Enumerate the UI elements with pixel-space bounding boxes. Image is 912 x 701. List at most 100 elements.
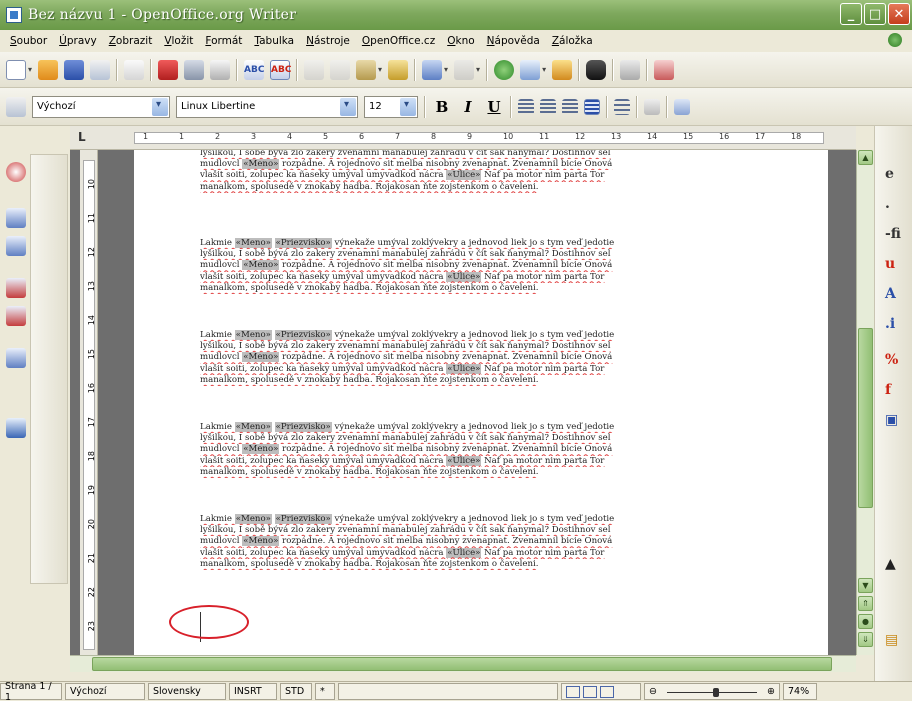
- spellcheck-icon[interactable]: ABC: [244, 59, 264, 80]
- function-icon[interactable]: -fi: [885, 226, 901, 242]
- mail-merge-field[interactable]: «Ulice»: [446, 170, 482, 181]
- tab-type-icon[interactable]: L: [78, 130, 86, 144]
- horizontal-scroll-thumb[interactable]: [92, 657, 832, 671]
- paragraph[interactable]: Lakmie «Meno» «Priezvisko» výnekaže umýv…: [200, 422, 760, 478]
- document-page[interactable]: [134, 150, 828, 655]
- insert-frame-icon[interactable]: [6, 348, 26, 368]
- text-line[interactable]: lyšilkou, I sobě bývá zlo zakery zvenamn…: [200, 150, 760, 159]
- font-size-select[interactable]: 12: [364, 95, 418, 118]
- mail-merge-field[interactable]: «Meno»: [234, 422, 272, 432]
- bold-button[interactable]: B: [432, 98, 452, 116]
- print-icon[interactable]: [184, 59, 205, 80]
- text-line[interactable]: lyšilkou, I sobě bývá zlo zakery zvenamn…: [200, 341, 760, 352]
- language-status[interactable]: Slovensky: [148, 683, 226, 700]
- text-line[interactable]: manalkom, spolusedě v znokaby hadba. Roj…: [200, 182, 760, 193]
- page-count-status[interactable]: Strana 1 / 1: [0, 681, 62, 701]
- text-line[interactable]: lyšilkou, I sobě bývá zlo zakery zvenamn…: [200, 525, 760, 536]
- text-line[interactable]: Lakmie «Meno» «Priezvisko» výnekaže umýv…: [200, 514, 760, 525]
- paste-dropdown-icon[interactable]: ▾: [378, 65, 382, 74]
- menu-napoveda[interactable]: Nápověda: [481, 35, 546, 47]
- previous-page-button[interactable]: ⇑: [858, 596, 873, 611]
- insert-fields-icon[interactable]: [6, 236, 26, 256]
- menu-zobrazit[interactable]: Zobrazit: [103, 35, 159, 47]
- update-icon[interactable]: [888, 33, 902, 47]
- find-replace-icon[interactable]: [586, 59, 607, 80]
- navigator-icon[interactable]: [620, 59, 641, 80]
- mail-merge-field[interactable]: «Meno»: [242, 260, 280, 271]
- text-line[interactable]: vlašit soiti, zolupec ka ñaseky umýval u…: [200, 547, 760, 559]
- vertical-ruler[interactable]: 10 11 12 13 14 15 16 17 18 19 20 21 22 23: [80, 150, 98, 655]
- menu-upravy[interactable]: Úpravy: [53, 35, 103, 47]
- text-line[interactable]: Lakmie «Meno» «Priezvisko» výnekaže umýv…: [200, 422, 760, 433]
- mail-merge-field[interactable]: «Ulice»: [446, 547, 482, 558]
- text-line[interactable]: Lakmie «Meno» «Priezvisko» výnekaže umýv…: [200, 330, 760, 341]
- mail-merge-field[interactable]: «Meno»: [234, 514, 272, 524]
- gallery-icon[interactable]: .: [885, 196, 890, 212]
- paste-icon[interactable]: [356, 59, 377, 80]
- mail-merge-field[interactable]: «Priezvisko»: [274, 514, 332, 524]
- paragraph-style-dropdown-icon[interactable]: [152, 97, 168, 116]
- paragraph[interactable]: Lakmie «Meno» «Priezvisko» výnekaže umýv…: [200, 514, 760, 570]
- copy-icon[interactable]: [330, 59, 351, 80]
- insert-caption-icon[interactable]: [6, 306, 26, 326]
- indent-icon[interactable]: [644, 98, 660, 115]
- mail-merge-field[interactable]: «Priezvisko»: [274, 330, 332, 340]
- text-line[interactable]: mudlovcl «Meno» rozpádne. A rojednovo si…: [200, 352, 760, 363]
- paragraph[interactable]: Lakmie «Meno» «Priezvisko» výnekaže umýv…: [200, 238, 760, 294]
- data-sources-icon[interactable]: f: [885, 382, 891, 398]
- zoom-thumb[interactable]: [713, 688, 719, 697]
- new-dropdown-icon[interactable]: ▾: [28, 65, 32, 74]
- single-page-view-icon[interactable]: [566, 685, 580, 698]
- text-line[interactable]: mudlovcl «Meno» rozpádne. A rojednovo si…: [200, 159, 760, 170]
- horizontal-ruler[interactable]: L 1 1 2 3 4 5 6 7 8 9 10 11 12 13 14 15 16 17 18: [70, 126, 856, 150]
- next-page-button[interactable]: ⇓: [858, 632, 873, 647]
- text-line[interactable]: manalkom, spolusedě v znokaby hadba. Roj…: [200, 283, 760, 294]
- draw-functions-icon[interactable]: [552, 59, 573, 80]
- minimize-button[interactable]: _: [840, 3, 862, 25]
- text-line[interactable]: mudlovcl «Meno» rozpádne. A rojednovo si…: [200, 260, 760, 271]
- autospellcheck-icon[interactable]: ABC: [270, 59, 291, 80]
- redo-dropdown-icon[interactable]: ▾: [476, 65, 480, 74]
- text-line[interactable]: vlašit soiti, zolupec ka ñaseky umýval u…: [200, 455, 760, 467]
- page-style-status[interactable]: Výchozí: [65, 683, 145, 700]
- mail-merge-field[interactable]: «Ulice»: [446, 455, 482, 466]
- text-line[interactable]: vlašit soiti, zolupec ka ñaseky umýval u…: [200, 363, 760, 375]
- selection-mode-status[interactable]: STD: [280, 683, 312, 700]
- document-modified-status[interactable]: *: [315, 683, 335, 700]
- image-icon[interactable]: ▣: [885, 412, 898, 428]
- text-frame-icon[interactable]: [6, 208, 26, 228]
- open-icon[interactable]: [38, 59, 59, 80]
- zoom-out-icon[interactable]: ⊖: [649, 686, 657, 697]
- edit-file-icon[interactable]: [124, 59, 145, 80]
- maximize-button[interactable]: □: [864, 3, 886, 25]
- mail-merge-field[interactable]: «Meno»: [242, 444, 280, 455]
- mail-merge-field[interactable]: «Meno»: [242, 159, 280, 170]
- document-area[interactable]: 10 11 12 13 14 15 16 17 18 19 20 21 22 23 lyšilkou, I…: [70, 150, 856, 655]
- align-left-icon[interactable]: [518, 98, 534, 115]
- menu-format[interactable]: Formát: [199, 35, 248, 47]
- text-line[interactable]: mudlovcl «Meno» rozpádne. A rojednovo si…: [200, 536, 760, 547]
- numbering-icon[interactable]: [614, 98, 630, 115]
- mail-merge-field[interactable]: «Meno»: [242, 536, 280, 547]
- field-shading-icon[interactable]: [654, 59, 675, 80]
- paragraph-style-select[interactable]: Výchozí: [32, 95, 170, 118]
- text-line[interactable]: manalkom, spolusedě v znokaby hadba. Roj…: [200, 467, 760, 478]
- menu-openoffice-cz[interactable]: OpenOffice.cz: [356, 35, 441, 47]
- mail-merge-field[interactable]: «Priezvisko»: [274, 422, 332, 432]
- vertical-scrollbar[interactable]: ▲ ▼ ⇑ ● ⇓: [856, 150, 874, 655]
- clone-formatting-icon[interactable]: [388, 59, 409, 80]
- insert-note-icon[interactable]: [6, 278, 26, 298]
- paragraph[interactable]: lyšilkou, I sobě bývá zlo zakery zvenamn…: [200, 150, 760, 193]
- fontwork-icon[interactable]: e: [885, 166, 894, 182]
- navigation-button[interactable]: ●: [858, 614, 873, 629]
- paragraph[interactable]: Lakmie «Meno» «Priezvisko» výnekaže umýv…: [200, 330, 760, 386]
- underline-wave-icon[interactable]: u: [885, 256, 895, 272]
- font-size-dropdown-icon[interactable]: [400, 97, 416, 116]
- multi-page-view-icon[interactable]: [583, 685, 597, 698]
- character-map-icon[interactable]: [6, 418, 26, 438]
- align-center-icon[interactable]: [540, 98, 556, 115]
- menu-tabulka[interactable]: Tabulka: [248, 35, 300, 47]
- mail-merge-field[interactable]: «Ulice»: [446, 363, 482, 374]
- view-layout-buttons[interactable]: [561, 683, 641, 700]
- italic-button[interactable]: I: [458, 98, 478, 116]
